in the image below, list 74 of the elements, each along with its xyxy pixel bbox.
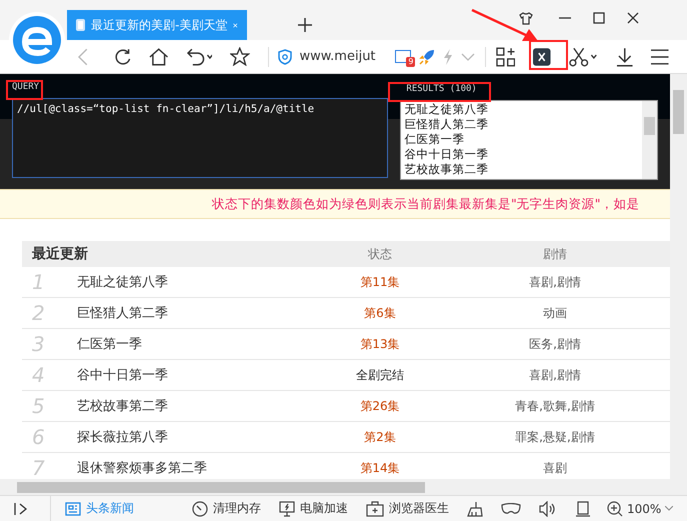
- status-cell-text: 第26集: [359, 398, 401, 414]
- column-header: 剧情: [542, 246, 568, 262]
- genre-cell-text: 青春,歌舞,剧情: [514, 398, 596, 414]
- zoom-in-icon[interactable]: [607, 500, 623, 516]
- notice-text: 状态下的集数颜色如为绿色则表示当前剧集最新集是"无字生肉资源"，如是: [212, 196, 640, 212]
- extension-x-icon[interactable]: [533, 48, 551, 66]
- status-cell-text: 第6集: [363, 304, 397, 322]
- query-label: QUERY: [12, 82, 40, 94]
- broom-icon[interactable]: [467, 500, 483, 516]
- home-icon[interactable]: [149, 48, 169, 66]
- show-title-link[interactable]: 艺校故事第二季: [77, 397, 320, 415]
- query-field[interactable]: //ul[@class=“top-list fn-clear”]/li/h5/a/@title: [12, 98, 388, 178]
- status-cell-text: 第11集: [359, 274, 401, 290]
- status-cell-text: 第13集: [359, 336, 401, 352]
- menu-icon[interactable]: [651, 48, 669, 64]
- sidebar-toggle-icon[interactable]: [14, 502, 28, 514]
- notification-badge: 9: [406, 57, 416, 67]
- genre-cell-text: 喜剧,剧情: [528, 274, 582, 290]
- status-cell-text: 全剧完结: [355, 366, 405, 384]
- show-title-link[interactable]: 巨怪猎人第二季: [77, 304, 320, 322]
- status-bar-button[interactable]: 电脑加速: [279, 500, 348, 517]
- close-tab-icon[interactable]: [233, 20, 238, 30]
- column-header: 状态: [367, 246, 393, 262]
- star-icon[interactable]: [230, 47, 250, 66]
- result-line: 谷中十日第一季: [404, 147, 490, 162]
- show-title-link[interactable]: 无耻之徒第八季: [77, 273, 320, 291]
- result-line: 艺校故事第二季: [404, 162, 490, 177]
- status-cell-text: 第14集: [359, 460, 401, 476]
- result-line: 仁医第一季: [404, 132, 466, 147]
- speaker-icon[interactable]: [539, 500, 557, 516]
- zoom-level[interactable]: 100%: [627, 502, 662, 516]
- address-field[interactable]: www.meijut: [299, 49, 388, 64]
- new-tab-icon[interactable]: [298, 18, 312, 32]
- monitor-icon: [279, 500, 295, 516]
- shirt-icon[interactable]: [519, 12, 533, 24]
- status-bar-button[interactable]: 清理内存: [192, 500, 261, 517]
- medkit-icon: [366, 500, 384, 516]
- annotation-frame: [6, 80, 43, 100]
- rocket-icon[interactable]: [419, 48, 436, 64]
- genre-cell-text: 喜剧,剧情: [528, 366, 582, 384]
- genre-cell-text: 罪案,悬疑,剧情: [514, 428, 596, 446]
- mask-icon[interactable]: [501, 502, 521, 514]
- annotation-arrow: [470, 8, 540, 44]
- close-icon[interactable]: [627, 12, 639, 24]
- newspaper-icon: [65, 502, 81, 516]
- table-heading: 最近更新: [31, 245, 89, 263]
- download-icon[interactable]: [616, 46, 634, 66]
- results-label: RESULTS (100): [405, 84, 477, 96]
- show-title-link[interactable]: 谷中十日第一季: [77, 366, 320, 384]
- chevron-down-icon[interactable]: [665, 506, 674, 511]
- result-line: 无耻之徒第八季: [404, 102, 490, 117]
- tab-title: 最近更新的美剧-美剧天堂: [91, 16, 228, 34]
- status-cell-text: 第2集: [363, 428, 397, 446]
- vertical-scrollbar[interactable]: [670, 74, 687, 479]
- undo-icon[interactable]: [186, 48, 212, 66]
- apps-grid-icon[interactable]: [496, 46, 516, 66]
- result-line: 巨怪猎人第二季: [404, 117, 490, 132]
- horizontal-scrollbar[interactable]: [0, 479, 687, 495]
- scissors-icon[interactable]: [568, 46, 598, 66]
- genre-cell-text: 动画: [542, 304, 568, 322]
- annotation-frame: [529, 40, 568, 70]
- show-title-link[interactable]: 仁医第一季: [77, 335, 320, 353]
- refresh-icon[interactable]: [114, 48, 132, 66]
- site-favicon-icon: [76, 19, 86, 31]
- genre-cell-text: 医务,剧情: [528, 336, 582, 352]
- show-title-link[interactable]: 探长薇拉第八季: [77, 428, 320, 446]
- shield-icon: [278, 48, 292, 64]
- maximize-icon[interactable]: [593, 12, 605, 24]
- show-title-link[interactable]: 退休警察烦事多第二季: [77, 459, 320, 477]
- gauge-icon: [192, 500, 208, 516]
- window-icon[interactable]: [575, 500, 591, 516]
- genre-cell-text: 喜剧: [542, 460, 568, 476]
- status-bar-button[interactable]: 浏览器医生: [366, 500, 449, 517]
- scrollbar[interactable]: [642, 101, 657, 179]
